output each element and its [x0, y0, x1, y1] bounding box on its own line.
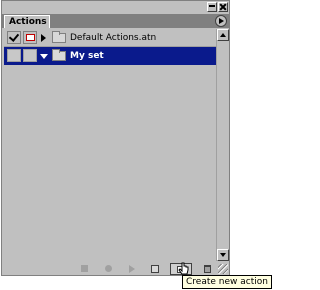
stop-icon[interactable]	[78, 263, 90, 274]
action-set-row[interactable]: Default Actions.atn	[4, 29, 216, 47]
scroll-up-icon[interactable]	[217, 29, 229, 41]
action-set-label: Default Actions.atn	[70, 33, 157, 43]
folder-icon	[52, 49, 66, 61]
actions-toolbar	[2, 261, 229, 276]
collapse-triangle-icon[interactable]	[40, 54, 48, 59]
resize-grip-icon[interactable]	[218, 264, 228, 274]
item-toggle-checkbox[interactable]	[7, 49, 21, 62]
panel-menu-arrow-icon[interactable]	[215, 15, 227, 27]
tooltip: Create new action	[182, 275, 272, 289]
record-icon[interactable]	[102, 263, 114, 274]
tab-row: Actions	[2, 14, 229, 28]
play-icon[interactable]	[126, 263, 138, 274]
folder-icon	[52, 31, 66, 43]
dialog-toggle[interactable]	[23, 31, 37, 44]
pointer-cursor-icon	[178, 262, 189, 275]
action-set-row-selected[interactable]: My set	[4, 47, 216, 65]
action-set-label: My set	[70, 51, 104, 61]
item-toggle-checkbox[interactable]	[7, 31, 21, 44]
actions-list: Default Actions.atn My set	[4, 29, 216, 261]
close-icon[interactable]	[218, 2, 228, 12]
new-set-icon[interactable]	[149, 263, 161, 274]
trash-icon[interactable]	[201, 263, 213, 274]
panel-titlebar[interactable]	[2, 1, 229, 14]
scroll-down-icon[interactable]	[217, 249, 229, 261]
minimize-icon[interactable]	[207, 2, 217, 12]
dialog-toggle[interactable]	[23, 49, 37, 62]
expand-triangle-icon[interactable]	[41, 34, 46, 42]
tab-actions[interactable]: Actions	[4, 15, 50, 28]
vertical-scrollbar[interactable]	[216, 29, 229, 261]
actions-panel: Actions Default Actions.atn My set	[1, 0, 230, 276]
